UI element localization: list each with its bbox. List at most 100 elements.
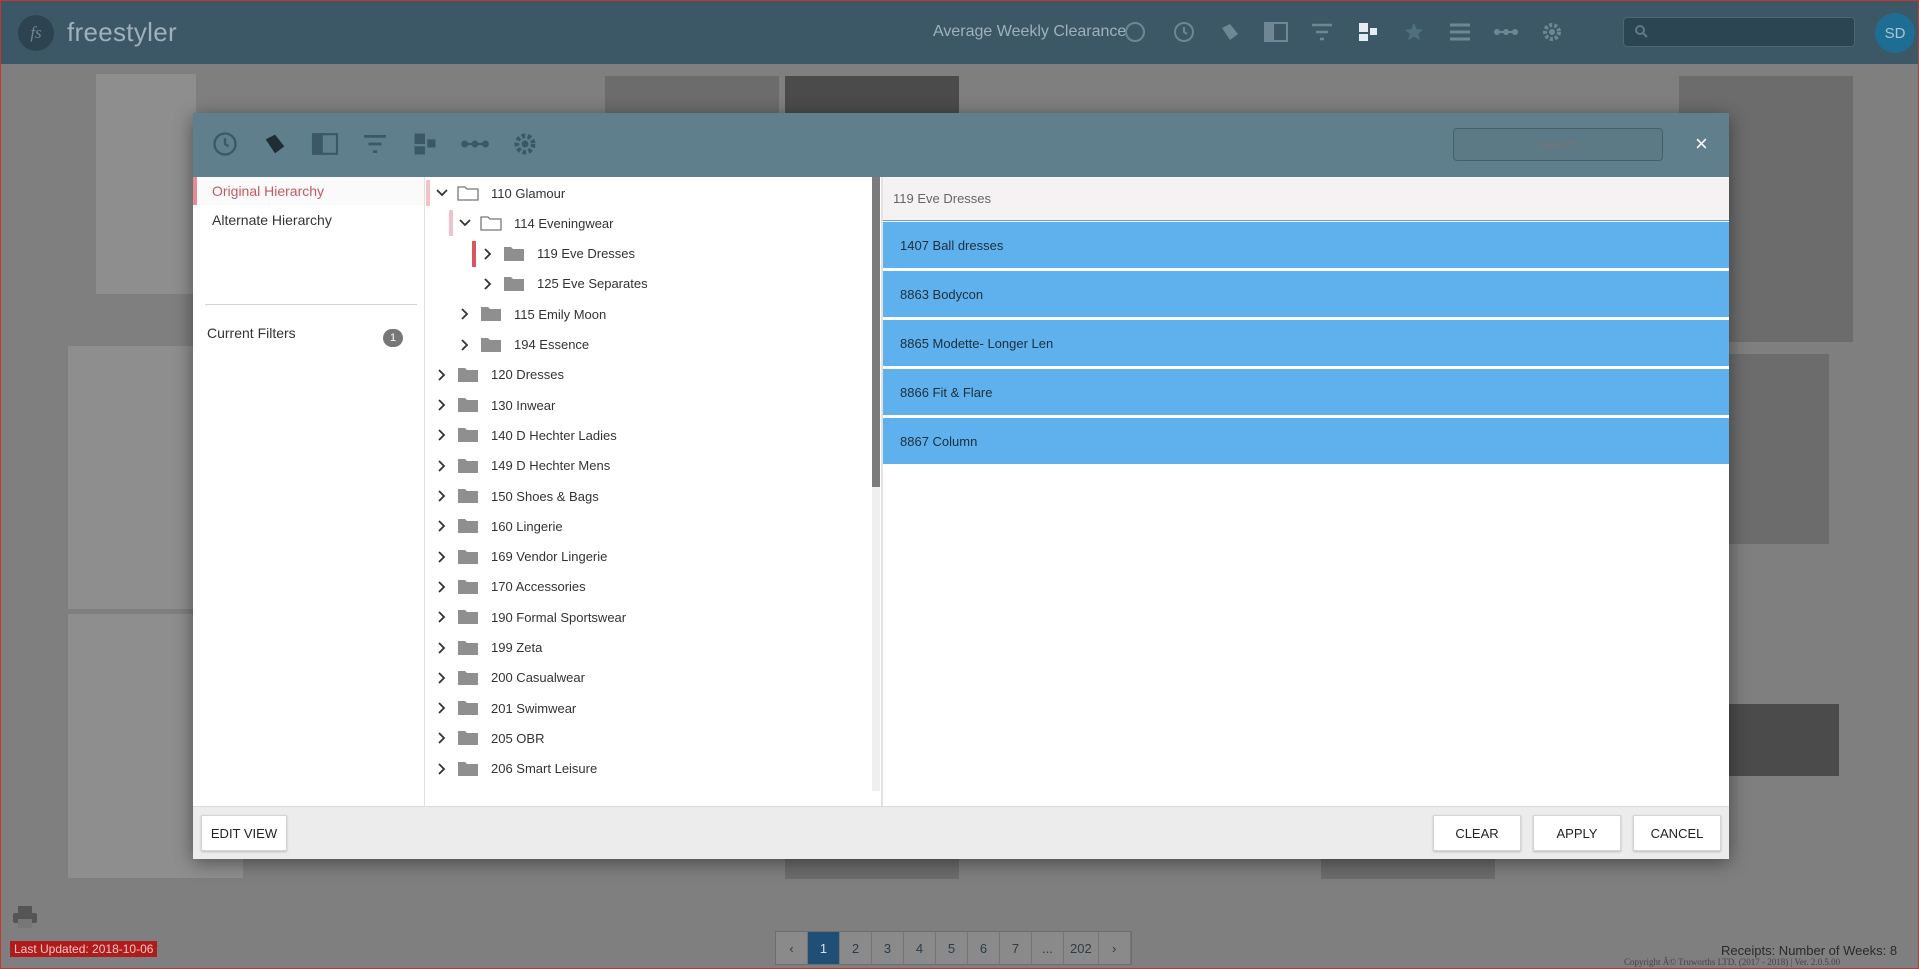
tree-scrollbar-thumb[interactable] xyxy=(872,177,880,487)
tree-node[interactable]: 160 Lingerie xyxy=(435,512,563,540)
tree-node[interactable]: 120 Dresses xyxy=(435,361,564,389)
cancel-button[interactable]: CANCEL xyxy=(1633,815,1721,851)
filter-icon[interactable] xyxy=(1307,17,1337,47)
apply-button[interactable]: APPLY xyxy=(1533,815,1621,851)
hierarchy-icon[interactable] xyxy=(1353,17,1383,47)
chevron-right-icon[interactable] xyxy=(458,338,472,352)
chevron-right-icon[interactable] xyxy=(435,580,449,594)
sidebar-item-original-hierarchy[interactable]: Original Hierarchy xyxy=(193,177,424,205)
detail-list-item[interactable]: 8867 Column xyxy=(883,418,1729,466)
search-input[interactable] xyxy=(1623,17,1855,47)
filter-icon[interactable] xyxy=(357,126,393,162)
user-avatar[interactable]: SD xyxy=(1875,13,1915,53)
tree-node[interactable]: 150 Shoes & Bags xyxy=(435,482,599,510)
tree-node[interactable]: 199 Zeta xyxy=(435,634,542,662)
more-icon[interactable] xyxy=(457,126,493,162)
tags-icon[interactable] xyxy=(257,126,293,162)
chevron-right-icon[interactable] xyxy=(435,671,449,685)
chevron-right-icon[interactable] xyxy=(458,307,472,321)
chevron-right-icon[interactable] xyxy=(435,731,449,745)
detail-list-item[interactable]: 8865 Modette- Longer Len xyxy=(883,320,1729,368)
tree-node[interactable]: 194 Essence xyxy=(458,331,589,359)
more-icon[interactable] xyxy=(1491,17,1521,47)
layout-icon[interactable] xyxy=(1261,17,1291,47)
tags-icon[interactable] xyxy=(1215,17,1245,47)
metric-selector[interactable]: Average Weekly Clearance xyxy=(933,23,1126,41)
chevron-right-icon[interactable] xyxy=(435,610,449,624)
tree-node[interactable]: 206 Smart Leisure xyxy=(435,755,597,783)
dialog-search-input[interactable] xyxy=(1453,128,1663,161)
page-button[interactable]: 5 xyxy=(936,932,968,964)
page-button[interactable]: 202 xyxy=(1064,932,1099,964)
hierarchy-icon[interactable] xyxy=(407,126,443,162)
page-prev-button[interactable]: ‹ xyxy=(776,932,808,964)
tree-node[interactable]: 205 OBR xyxy=(435,724,544,752)
page-button[interactable]: 2 xyxy=(840,932,872,964)
star-icon[interactable] xyxy=(1399,17,1429,47)
chevron-right-icon[interactable] xyxy=(435,762,449,776)
tree-node[interactable]: 110 Glamour xyxy=(435,179,565,207)
chevron-down-icon[interactable] xyxy=(458,216,472,230)
page-button[interactable]: 4 xyxy=(904,932,936,964)
print-icon[interactable] xyxy=(11,905,39,929)
page-button[interactable]: 1 xyxy=(808,932,840,964)
tree-node[interactable]: 119 Eve Dresses xyxy=(481,240,635,268)
chevron-right-icon[interactable] xyxy=(435,701,449,715)
close-icon[interactable]: × xyxy=(1695,131,1708,157)
chevron-right-icon[interactable] xyxy=(481,247,495,261)
folder-icon xyxy=(457,730,479,746)
layout-icon[interactable] xyxy=(307,126,343,162)
tree-node[interactable]: 149 D Hechter Mens xyxy=(435,452,610,480)
tree-node[interactable]: 201 Swimwear xyxy=(435,694,576,722)
page-button[interactable]: 7 xyxy=(1000,932,1032,964)
edit-view-button[interactable]: EDIT VIEW xyxy=(201,815,287,851)
app-header: fs freestyler Average Weekly Clearance S… xyxy=(1,1,1918,64)
tree-node-label: 150 Shoes & Bags xyxy=(491,488,599,504)
chevron-right-icon[interactable] xyxy=(481,277,495,291)
clock-icon[interactable] xyxy=(1169,17,1199,47)
folder-icon xyxy=(457,488,479,504)
tree-node-label: 119 Eve Dresses xyxy=(537,246,636,262)
sidebar-item-alternate-hierarchy[interactable]: Alternate Hierarchy xyxy=(193,206,424,234)
tree-node[interactable]: 200 Casualwear xyxy=(435,664,585,692)
folder-icon xyxy=(457,367,479,383)
gear-icon[interactable] xyxy=(1537,17,1567,47)
chevron-right-icon[interactable] xyxy=(435,398,449,412)
chevron-right-icon[interactable] xyxy=(435,550,449,564)
folder-icon xyxy=(457,640,479,656)
gear-icon[interactable] xyxy=(507,126,543,162)
tree-node[interactable]: 115 Emily Moon xyxy=(458,300,606,328)
tree-node-label: 194 Essence xyxy=(514,337,590,352)
tree-node[interactable]: 190 Formal Sportswear xyxy=(435,603,626,631)
tree-node[interactable]: 170 Accessories xyxy=(435,573,586,601)
chevron-down-icon[interactable] xyxy=(435,186,449,200)
detail-list-item[interactable]: 1407 Ball dresses xyxy=(883,222,1729,270)
detail-list-item[interactable]: 8866 Fit & Flare xyxy=(883,369,1729,417)
chevron-right-icon[interactable] xyxy=(435,519,449,533)
tree-node[interactable]: 169 Vendor Lingerie xyxy=(435,543,607,571)
download-icon[interactable] xyxy=(1125,22,1145,42)
page-button[interactable]: 6 xyxy=(968,932,1000,964)
page-next-button[interactable]: › xyxy=(1099,932,1131,964)
chevron-right-icon[interactable] xyxy=(435,368,449,382)
chevron-right-icon[interactable] xyxy=(435,428,449,442)
chevron-right-icon[interactable] xyxy=(435,489,449,503)
product-image xyxy=(785,76,959,116)
list-icon[interactable] xyxy=(1445,17,1475,47)
page-button[interactable]: 3 xyxy=(872,932,904,964)
tree-node[interactable]: 130 Inwear xyxy=(435,391,555,419)
tree-node-label: 149 D Hechter Mens xyxy=(491,458,611,474)
chevron-right-icon[interactable] xyxy=(435,459,449,473)
tree-node-label: 170 Accessories xyxy=(491,579,586,595)
chevron-right-icon[interactable] xyxy=(435,641,449,655)
clear-button[interactable]: CLEAR xyxy=(1433,815,1521,851)
clock-icon[interactable] xyxy=(207,126,243,162)
tree-node[interactable]: 140 D Hechter Ladies xyxy=(435,421,617,449)
expanded-indicator xyxy=(449,210,453,237)
app-logo[interactable]: fs xyxy=(18,15,54,51)
tree-node[interactable]: 125 Eve Separates xyxy=(481,270,648,298)
tree-node-label: 201 Swimwear xyxy=(491,700,577,716)
current-filters-label[interactable]: Current Filters xyxy=(207,325,296,341)
detail-list-item[interactable]: 8863 Bodycon xyxy=(883,271,1729,319)
tree-node[interactable]: 114 Eveningwear xyxy=(458,209,614,237)
